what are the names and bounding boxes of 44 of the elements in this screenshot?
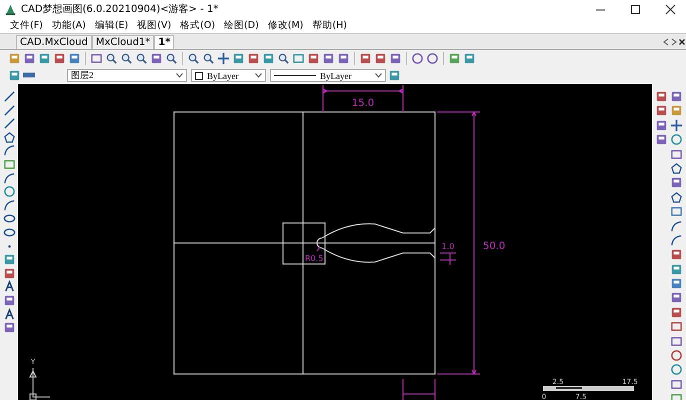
dimension-text: R0.5 (305, 254, 324, 263)
menu-item[interactable]: 编辑(E) (94, 19, 128, 32)
menu-item[interactable]: 功能(A) (52, 19, 86, 32)
caret-icon[interactable] (375, 73, 382, 78)
circle-icon[interactable] (2, 185, 16, 198)
magnifier-icon[interactable] (202, 52, 215, 65)
caret-icon[interactable] (176, 73, 183, 78)
polygon-icon[interactable] (2, 130, 16, 144)
ucs-axis-icon (30, 368, 50, 400)
ellipse-arc-icon[interactable] (2, 226, 16, 239)
menu-item[interactable]: 绘图(D) (224, 19, 259, 32)
app-logo-icon (4, 2, 17, 16)
text-icon[interactable] (2, 280, 16, 294)
menu-item[interactable]: 帮助(H) (312, 19, 347, 32)
menu-item[interactable]: 视图(V) (137, 19, 172, 32)
document-tab[interactable]: 1* (154, 35, 174, 49)
rectangle-icon[interactable] (2, 158, 16, 171)
layer-dropdown[interactable]: 图层2 (67, 69, 187, 82)
linetype-dropdown[interactable]: ByLayer (270, 69, 386, 82)
move-cross-icon[interactable] (217, 52, 230, 65)
caret-icon[interactable] (255, 73, 262, 78)
color-dropdown[interactable]: ByLayer (191, 69, 266, 82)
move-icon[interactable] (670, 118, 683, 132)
scroll-left-icon[interactable] (663, 38, 669, 46)
line-icon[interactable] (2, 90, 16, 103)
close-icon[interactable] (664, 2, 677, 16)
document-tab[interactable]: CAD.MxCloud (16, 35, 92, 49)
dimension-text: 50.0 (483, 241, 506, 252)
menu-item[interactable]: 格式(O) (180, 19, 216, 32)
window-title: CAD梦想画图(6.0.20210904)<游客> - 1* (21, 2, 220, 16)
scroll-right-icon[interactable] (671, 38, 677, 46)
dimension-text: 1.0 (442, 242, 454, 251)
ellipse-icon[interactable] (2, 212, 16, 226)
menu-item[interactable]: 修改(M) (268, 19, 304, 32)
menu-item[interactable]: 文件(F) (10, 19, 43, 32)
multiline-text-icon[interactable] (2, 308, 16, 320)
dimension-line (402, 378, 436, 400)
close-icon[interactable] (679, 38, 685, 46)
dimension-line (316, 246, 320, 252)
detail-box (282, 222, 326, 264)
dimension-text: 15.0 (352, 98, 374, 109)
arc-icon[interactable] (2, 172, 16, 185)
document-tab[interactable]: MxCloud1* (92, 35, 154, 49)
maximize-icon[interactable] (629, 2, 642, 16)
